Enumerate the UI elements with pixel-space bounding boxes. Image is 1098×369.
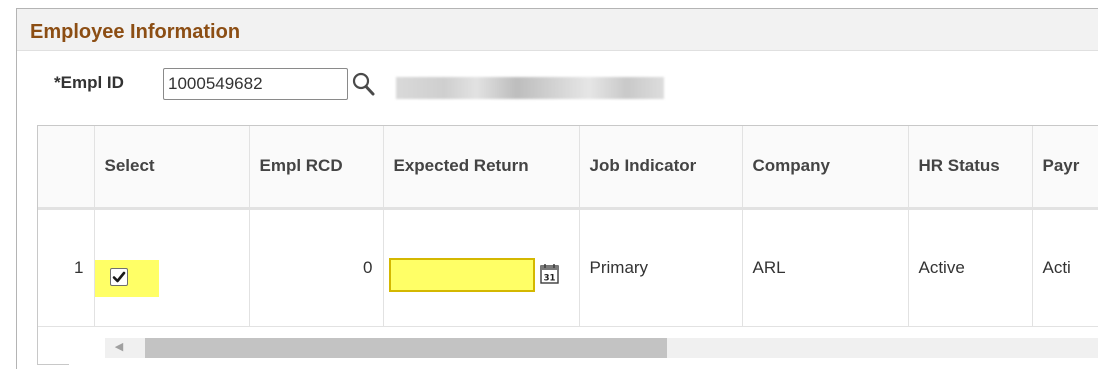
column-header-select: Select [94,126,250,210]
table-row: 1 0 31 Primary ARL Active Acti [38,208,1098,327]
employee-name-redacted [396,77,664,99]
column-header-expected-return: Expected Return [383,126,580,210]
job-indicator-value: Primary [579,208,743,327]
empl-rcd-value: 0 [249,208,384,327]
column-header-hr-status: HR Status [908,126,1033,210]
column-header-job-indicator: Job Indicator [579,126,743,210]
expected-return-cell: 31 [383,208,580,327]
column-header-empl-rcd: Empl RCD [249,126,384,210]
search-icon[interactable] [350,69,378,99]
scrollbar-thumb[interactable] [145,338,667,358]
employee-information-section: Employee Information *Empl ID 1000549682… [16,8,1098,369]
select-checkbox[interactable] [109,267,128,286]
checkmark-icon [112,271,125,282]
calendar-icon[interactable]: 31 [539,263,560,285]
column-header-row-number [38,126,95,210]
svg-text:31: 31 [543,273,555,283]
row-number: 1 [38,208,95,327]
column-header-company: Company [742,126,909,210]
column-header-payroll-status: Payr [1032,126,1098,210]
scroll-left-icon[interactable]: ◀ [113,337,125,357]
empl-id-input[interactable] [163,68,348,100]
empl-id-row: *Empl ID [17,66,1098,102]
expected-return-input[interactable] [388,257,535,292]
empl-id-label: *Empl ID [54,73,124,92]
section-title: Employee Information [30,21,241,43]
payroll-status-value: Acti [1032,208,1098,327]
company-value: ARL [742,208,909,327]
select-cell [94,208,250,327]
section-header: Employee Information [17,8,1098,51]
hr-status-value: Active [908,208,1033,327]
grid-header-row: Select Empl RCD Expected Return Job Indi… [38,126,1098,210]
horizontal-scrollbar[interactable]: ◀ [69,329,1098,365]
